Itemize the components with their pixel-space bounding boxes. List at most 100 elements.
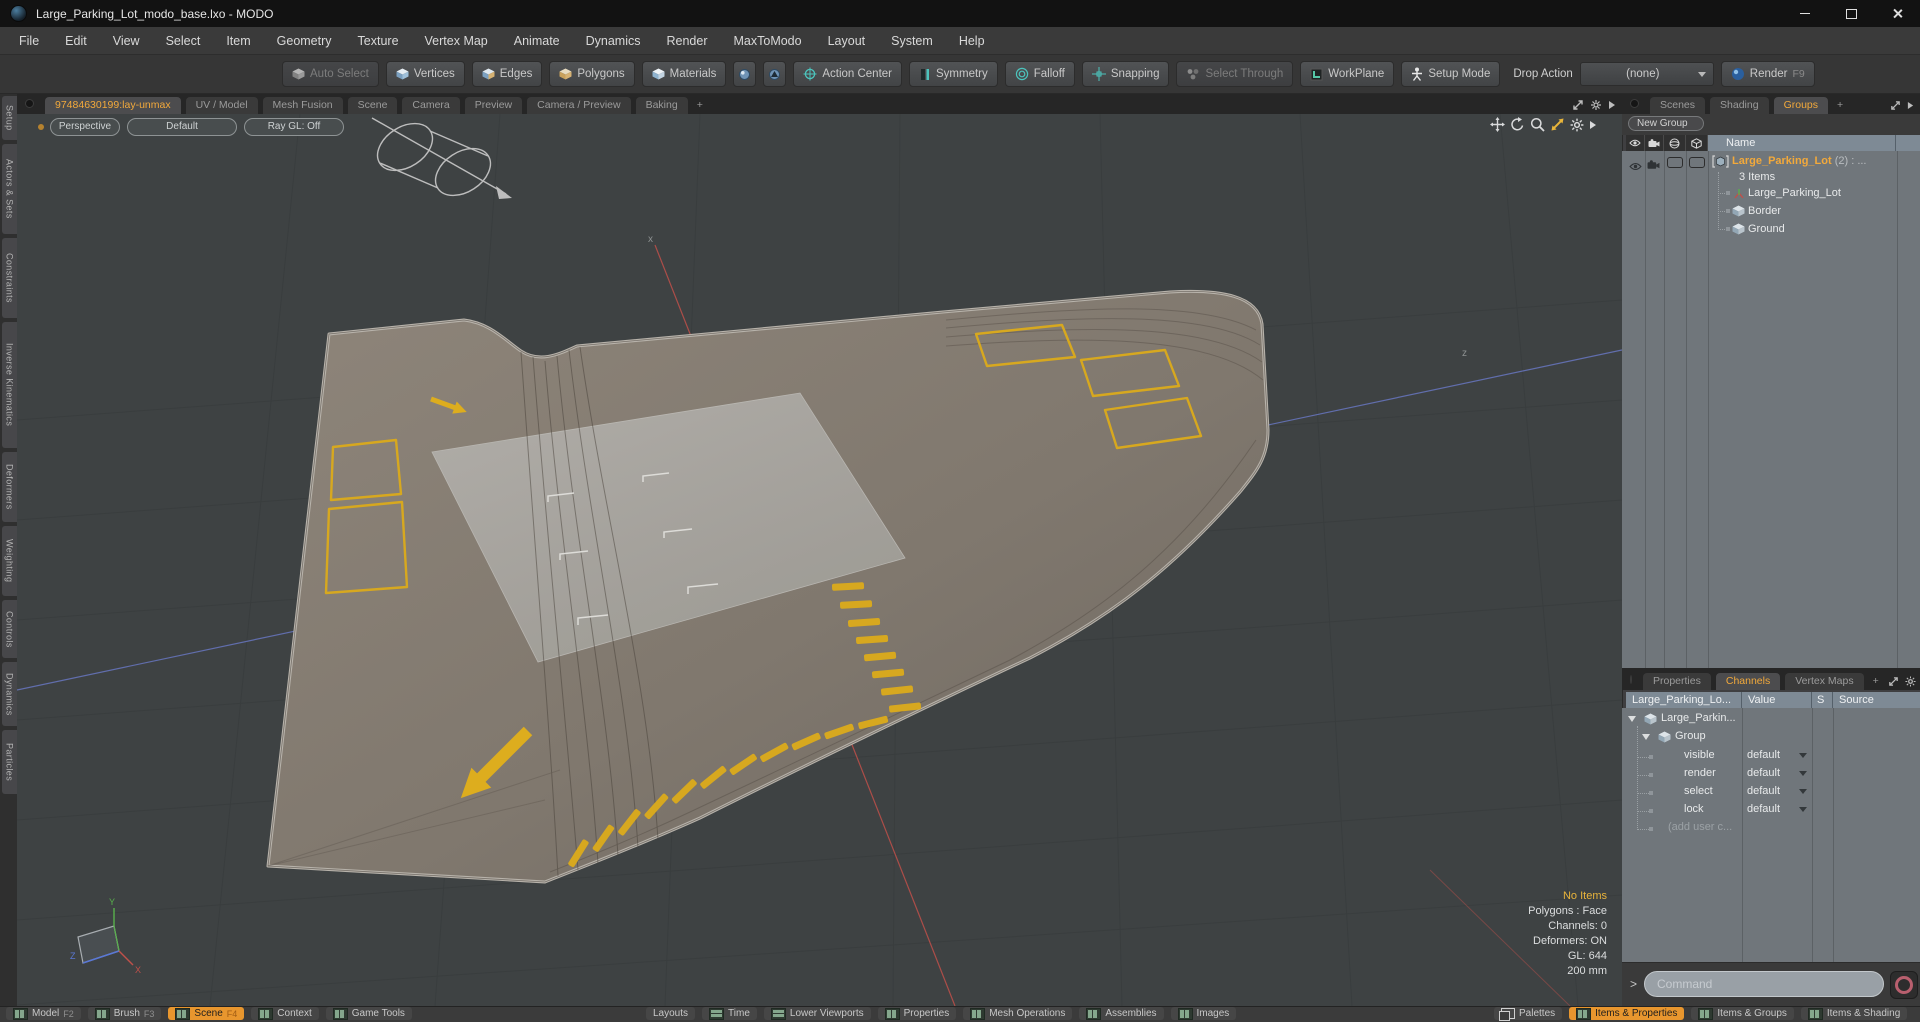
tab-groups[interactable]: Groups — [1773, 97, 1829, 114]
left-tab-constraints[interactable]: Constraints — [2, 238, 17, 318]
left-tab-weighting[interactable]: Weighting — [2, 526, 17, 596]
items-shading-button[interactable]: Items & Shading — [1800, 1007, 1908, 1020]
item-lock-column-header[interactable] — [1686, 135, 1708, 151]
item-visibility-column-header[interactable] — [1664, 135, 1686, 151]
layout-context-button[interactable]: Context — [251, 1007, 319, 1020]
tree-item-border[interactable]: Border — [1748, 205, 1781, 217]
doc-tab-preview[interactable]: Preview — [464, 97, 523, 114]
tab-strip-pin-icon[interactable] — [25, 99, 34, 108]
menu-dynamics[interactable]: Dynamics — [573, 27, 654, 55]
value-dropdown-icon[interactable] — [1799, 807, 1807, 812]
lower-viewports-toggle-button[interactable]: Lower Viewports — [763, 1007, 871, 1020]
expand-viewport-icon[interactable] — [1572, 99, 1584, 111]
palettes-button[interactable]: Palettes — [1494, 1007, 1563, 1021]
groups-add-tab-button[interactable]: + — [1833, 97, 1847, 114]
menu-file[interactable]: File — [6, 27, 52, 55]
left-tab-setup[interactable]: Setup — [2, 96, 17, 140]
menu-edit[interactable]: Edit — [52, 27, 100, 55]
channels-pin-icon[interactable] — [1630, 675, 1632, 684]
menu-geometry[interactable]: Geometry — [264, 27, 345, 55]
items-groups-button[interactable]: Items & Groups — [1691, 1007, 1794, 1020]
pan-icon[interactable] — [1490, 117, 1505, 132]
value-dropdown-icon[interactable] — [1799, 771, 1807, 776]
channel-lock[interactable]: lock — [1684, 803, 1704, 815]
item-selection-set-button[interactable] — [733, 61, 757, 87]
left-tab-particles[interactable]: Particles — [2, 730, 17, 794]
layout-scene-button[interactable]: Scene F4 — [168, 1007, 245, 1020]
menu-view[interactable]: View — [100, 27, 153, 55]
snapping-button[interactable]: Snapping — [1081, 61, 1170, 87]
group-render-toggle[interactable] — [1647, 157, 1660, 175]
doc-tab-mesh-fusion[interactable]: Mesh Fusion — [262, 97, 343, 114]
group-visibility-checkbox[interactable] — [1667, 157, 1683, 168]
zoom-icon[interactable] — [1530, 117, 1545, 132]
menu-maxtomodo[interactable]: MaxToModo — [721, 27, 815, 55]
menu-system[interactable]: System — [878, 27, 946, 55]
channel-render-value[interactable]: default — [1747, 767, 1780, 779]
tree-handle[interactable] — [1726, 191, 1730, 195]
tree-handle[interactable] — [1726, 209, 1730, 213]
menu-select[interactable]: Select — [153, 27, 214, 55]
channel-render[interactable]: render — [1684, 767, 1716, 779]
layouts-button[interactable]: Layouts — [646, 1007, 696, 1020]
properties-toggle-button[interactable]: Properties — [877, 1007, 957, 1020]
images-toggle-button[interactable]: Images — [1170, 1007, 1237, 1020]
left-tab-inverse-kinematics[interactable]: Inverse Kinematics — [2, 322, 17, 448]
tab-shading[interactable]: Shading — [1710, 97, 1769, 114]
channel-select-value[interactable]: default — [1747, 785, 1780, 797]
auto-select-button[interactable]: Auto Select — [282, 61, 379, 87]
doc-tab-scene[interactable]: Scene — [347, 97, 398, 114]
value-dropdown-icon[interactable] — [1799, 789, 1807, 794]
viewport-menu-arrow-icon[interactable] — [1589, 120, 1597, 130]
name-column-header[interactable]: Name — [1708, 135, 1896, 151]
scale-view-icon[interactable] — [1550, 117, 1565, 132]
channel-lock-value[interactable]: default — [1747, 803, 1780, 815]
channel-visible[interactable]: visible — [1684, 749, 1715, 761]
3d-viewport[interactable]: x z Y Z X — [17, 114, 1622, 1006]
viewport-shading-dropdown[interactable]: Default — [127, 118, 237, 136]
viewport-gear-icon[interactable] — [1570, 118, 1584, 132]
render-column-header[interactable] — [1645, 135, 1664, 151]
channels-source-column[interactable]: Source — [1833, 692, 1920, 708]
command-input[interactable] — [1644, 971, 1884, 997]
viewport-type-dropdown[interactable]: Perspective — [50, 118, 120, 136]
time-toggle-button[interactable]: Time — [702, 1007, 757, 1020]
groups-expand-icon[interactable] — [1890, 100, 1901, 111]
minimize-button[interactable] — [1782, 0, 1828, 27]
channels-root-row[interactable]: Large_Parkin... — [1661, 712, 1736, 724]
left-tab-deformers[interactable]: Deformers — [2, 452, 17, 522]
action-center-button[interactable]: Action Center — [793, 61, 903, 87]
tab-vertex-maps[interactable]: Vertex Maps — [1785, 673, 1864, 690]
maximize-button[interactable] — [1828, 0, 1874, 27]
group-row[interactable]: Large_Parking_Lot (2) : ... — [1732, 155, 1914, 167]
channels-value-column[interactable]: Value — [1742, 692, 1812, 708]
falloff-button[interactable]: Falloff — [1004, 61, 1075, 87]
vertices-mode-button[interactable]: Vertices — [385, 61, 465, 87]
tree-handle[interactable] — [1726, 227, 1730, 231]
tree-item-large-parking-lot[interactable]: Large_Parking_Lot — [1748, 187, 1841, 199]
channels-expand-icon[interactable] — [1888, 676, 1899, 687]
doc-tab-baking[interactable]: Baking — [635, 97, 688, 114]
close-button[interactable] — [1874, 0, 1920, 27]
new-group-button[interactable]: New Group — [1628, 116, 1704, 131]
select-through-button[interactable]: Select Through — [1176, 61, 1294, 87]
assemblies-toggle-button[interactable]: Assemblies — [1079, 1007, 1164, 1020]
orbit-icon[interactable] — [1510, 117, 1525, 132]
macro-record-button[interactable] — [1890, 971, 1918, 999]
channels-gear-icon[interactable] — [1905, 676, 1916, 687]
menu-layout[interactable]: Layout — [815, 27, 879, 55]
tree-item-ground[interactable]: Ground — [1748, 223, 1785, 235]
doc-tab-uv-model[interactable]: UV / Model — [185, 97, 258, 114]
menu-vertex-map[interactable]: Vertex Map — [412, 27, 501, 55]
add-tab-button[interactable]: + — [693, 97, 707, 114]
channel-select[interactable]: select — [1684, 785, 1713, 797]
doc-tab-camera-preview[interactable]: Camera / Preview — [527, 97, 631, 114]
edges-mode-button[interactable]: Edges — [471, 61, 543, 87]
group-visible-toggle[interactable] — [1629, 158, 1642, 176]
items-properties-button[interactable]: Items & Properties — [1569, 1007, 1685, 1020]
menu-help[interactable]: Help — [946, 27, 998, 55]
left-tab-controls[interactable]: Controls — [2, 600, 17, 658]
layout-brush-button[interactable]: Brush F3 — [87, 1007, 162, 1020]
menu-item[interactable]: Item — [213, 27, 263, 55]
layout-model-button[interactable]: Model F2 — [6, 1007, 81, 1020]
